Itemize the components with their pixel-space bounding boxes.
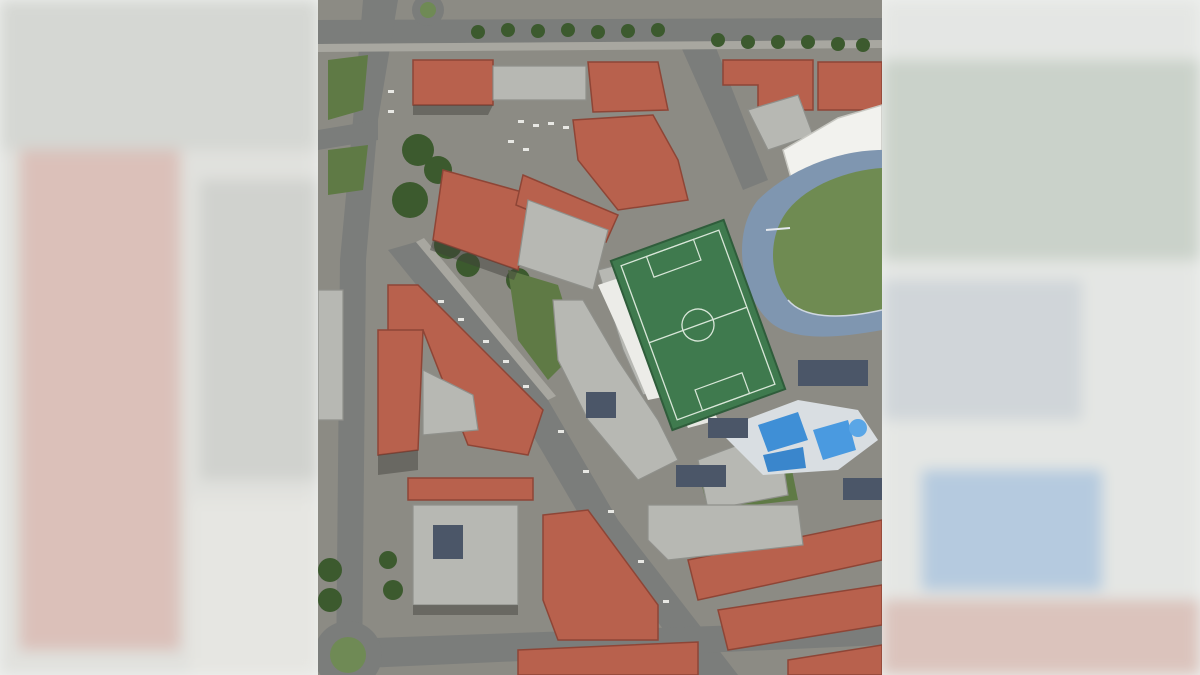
blurred-right-panel [882, 0, 1200, 675]
blurred-left-panel [0, 0, 318, 675]
aerial-map[interactable] [318, 0, 882, 675]
